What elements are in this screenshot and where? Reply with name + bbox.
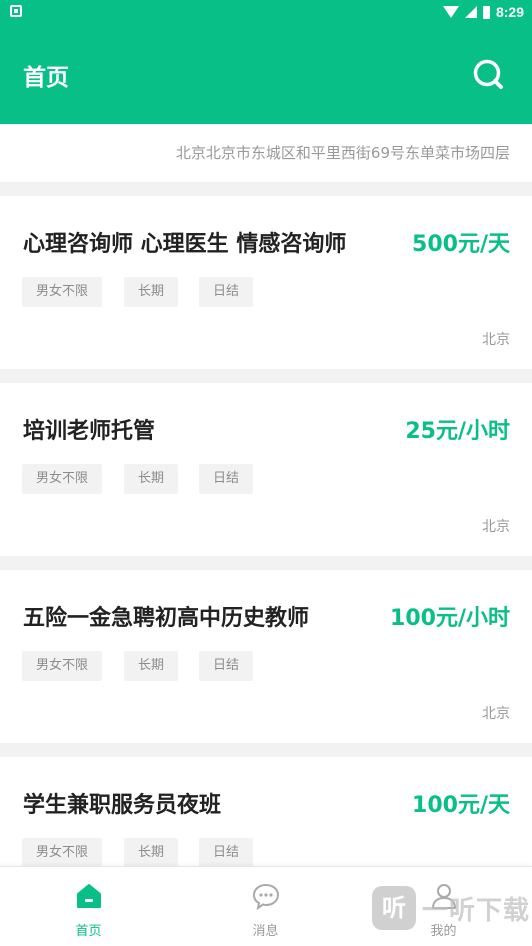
job-title: 五险一金急聘初高中历史教师 bbox=[23, 606, 310, 631]
tab-home[interactable]: 首页 bbox=[0, 867, 177, 946]
signal-icon bbox=[464, 6, 477, 18]
search-button[interactable] bbox=[470, 56, 506, 92]
tag-duration: 长期 bbox=[124, 838, 179, 868]
tag-duration: 长期 bbox=[124, 277, 179, 307]
status-bar: 8:29 bbox=[0, 0, 532, 24]
battery-icon bbox=[482, 5, 490, 19]
notification-icon bbox=[10, 5, 22, 17]
location-address: 北京北京市东城区和平里西街69号东单菜市场四层 bbox=[175, 144, 510, 162]
job-card[interactable]: 五险一金急聘初高中历史教师 100元/小时 男女不限 长期 日结 北京 bbox=[0, 570, 532, 743]
tag-gender: 男女不限 bbox=[22, 838, 103, 868]
job-salary: 100元/天 bbox=[412, 793, 510, 818]
tag-settlement: 日结 bbox=[199, 838, 254, 868]
job-card[interactable]: 心理咨询师 心理医生 情感咨询师 500元/天 男女不限 长期 日结 北京 bbox=[0, 196, 532, 369]
tag-gender: 男女不限 bbox=[22, 277, 103, 307]
status-icons: 8:29 bbox=[442, 2, 524, 22]
job-city: 北京 bbox=[482, 519, 510, 535]
tag-gender: 男女不限 bbox=[22, 464, 103, 494]
watermark-logo-icon: 听 bbox=[372, 886, 416, 930]
page-title: 首页 bbox=[23, 65, 69, 91]
job-salary: 100元/小时 bbox=[390, 606, 510, 631]
watermark: 听 一听下载 bbox=[372, 880, 532, 946]
tag-settlement: 日结 bbox=[199, 464, 254, 494]
location-bar[interactable]: 北京北京市东城区和平里西街69号东单菜市场四层 bbox=[0, 124, 532, 182]
tab-messages[interactable]: 消息 bbox=[177, 867, 354, 946]
job-list: 心理咨询师 心理医生 情感咨询师 500元/天 男女不限 长期 日结 北京 培训… bbox=[0, 196, 532, 944]
tag-settlement: 日结 bbox=[199, 277, 254, 307]
status-time: 8:29 bbox=[495, 4, 524, 20]
job-city: 北京 bbox=[482, 706, 510, 722]
wifi-icon bbox=[442, 6, 459, 18]
tag-settlement: 日结 bbox=[199, 651, 254, 681]
job-salary: 500元/天 bbox=[412, 232, 510, 257]
job-card[interactable]: 培训老师托管 25元/小时 男女不限 长期 日结 北京 bbox=[0, 383, 532, 556]
job-title: 学生兼职服务员夜班 bbox=[23, 793, 222, 818]
job-salary: 25元/小时 bbox=[405, 419, 510, 444]
tab-home-label: 首页 bbox=[75, 924, 102, 939]
job-title: 培训老师托管 bbox=[23, 419, 156, 444]
tag-gender: 男女不限 bbox=[22, 651, 103, 681]
watermark-text: 一听下载 bbox=[422, 896, 531, 926]
tag-duration: 长期 bbox=[124, 651, 179, 681]
app-header: 首页 bbox=[0, 24, 532, 124]
search-icon bbox=[473, 59, 503, 89]
home-icon bbox=[76, 884, 101, 908]
message-icon bbox=[252, 883, 279, 910]
job-city: 北京 bbox=[482, 332, 510, 348]
job-title: 心理咨询师 心理医生 情感咨询师 bbox=[23, 232, 347, 257]
tag-duration: 长期 bbox=[124, 464, 179, 494]
tab-messages-label: 消息 bbox=[252, 924, 279, 939]
